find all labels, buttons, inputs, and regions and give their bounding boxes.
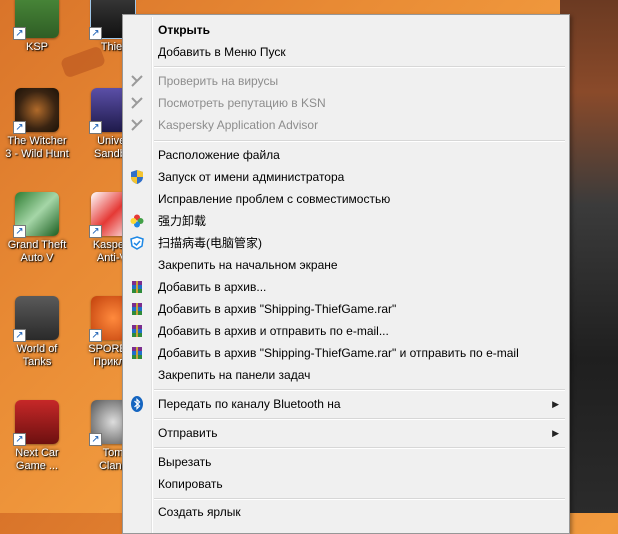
- shortcut-arrow-icon: ↗: [13, 27, 26, 40]
- kaspersky-icon: [129, 95, 145, 111]
- menu-item-create-shortcut[interactable]: Создать ярлык: [125, 501, 567, 523]
- winrar-icon: [129, 279, 145, 295]
- menu-item-label: Закрепить на начальном экране: [158, 258, 338, 272]
- menu-item-label: Добавить в архив "Shipping-ThiefGame.rar…: [158, 346, 519, 360]
- menu-item-label: 强力卸载: [158, 214, 207, 228]
- menu-item-label: Открыть: [158, 23, 211, 37]
- shortcut-arrow-icon: ↗: [89, 121, 102, 134]
- menu-item-label: Создать ярлык: [158, 505, 241, 519]
- menu-item-label: Копировать: [158, 477, 223, 491]
- shortcut-arrow-icon: ↗: [13, 329, 26, 342]
- submenu-arrow-icon: ▶: [552, 399, 559, 409]
- shortcut-arrow-icon: ↗: [89, 27, 102, 40]
- menu-item-label: Посмотреть репутацию в KSN: [158, 96, 326, 110]
- menu-item-send-to[interactable]: Отправить ▶: [125, 422, 567, 444]
- shortcut-arrow-icon: ↗: [89, 329, 102, 342]
- submenu-arrow-icon: ▶: [552, 428, 559, 438]
- bluetooth-icon: [129, 396, 145, 412]
- menu-item-add-to-start[interactable]: Добавить в Меню Пуск: [125, 41, 567, 63]
- menu-item-bluetooth[interactable]: Передать по каналу Bluetooth на ▶: [125, 393, 567, 415]
- uac-shield-icon: [129, 169, 145, 185]
- menu-item-label: Добавить в архив и отправить по e-mail..…: [158, 324, 389, 338]
- menu-item-label: Kaspersky Application Advisor: [158, 118, 319, 132]
- context-menu: Открыть Добавить в Меню Пуск Проверить н…: [122, 14, 570, 534]
- desktop-icon-witcher[interactable]: ↗ The Witcher 3 - Wild Hunt: [2, 88, 72, 161]
- menu-item-label: Добавить в Меню Пуск: [158, 45, 286, 59]
- menu-item-label: Запуск от имени администратора: [158, 170, 345, 184]
- desktop-icon-next-car-game[interactable]: ↗ Next Car Game ...: [2, 400, 72, 473]
- desktop-icon-gta5[interactable]: ↗ Grand Theft Auto V: [2, 192, 72, 265]
- menu-separator: [154, 389, 565, 391]
- winrar-icon: [129, 323, 145, 339]
- clover-icon: [129, 213, 145, 229]
- menu-item-add-to-named-archive[interactable]: Добавить в архив "Shipping-ThiefGame.rar…: [125, 298, 567, 320]
- menu-item-label: Исправление проблем с совместимостью: [158, 192, 391, 206]
- kaspersky-icon: [129, 73, 145, 89]
- winrar-icon: [129, 301, 145, 317]
- shortcut-arrow-icon: ↗: [89, 225, 102, 238]
- menu-item-label: Вырезать: [158, 455, 212, 469]
- menu-item-label: Добавить в архив "Shipping-ThiefGame.rar…: [158, 302, 397, 316]
- desktop-icon-wot[interactable]: ↗ World of Tanks: [2, 296, 72, 369]
- shortcut-arrow-icon: ↗: [13, 225, 26, 238]
- menu-item-label: Закрепить на панели задач: [158, 368, 311, 382]
- menu-item-kaspersky-advisor[interactable]: Kaspersky Application Advisor: [125, 114, 567, 136]
- gta5-icon: ↗: [13, 192, 59, 238]
- desktop-icon-ksp[interactable]: ↗ KSP: [2, 0, 72, 54]
- menu-item-label: Добавить в архив...: [158, 280, 267, 294]
- menu-separator: [154, 140, 565, 142]
- menu-item-label: 扫描病毒(电脑管家): [158, 236, 262, 250]
- menu-item-pin-taskbar[interactable]: Закрепить на панели задач: [125, 364, 567, 386]
- menu-item-compatibility[interactable]: Исправление проблем с совместимостью: [125, 188, 567, 210]
- menu-item-scan-virus[interactable]: Проверить на вирусы: [125, 70, 567, 92]
- menu-item-label: Расположение файла: [158, 148, 280, 162]
- shortcut-arrow-icon: ↗: [13, 121, 26, 134]
- menu-item-copy[interactable]: Копировать: [125, 473, 567, 495]
- kaspersky-icon: [129, 117, 145, 133]
- menu-separator: [154, 66, 565, 68]
- icon-label: Grand Theft Auto V: [7, 239, 67, 264]
- ksp-icon: ↗: [13, 0, 59, 40]
- wot-icon: ↗: [13, 296, 59, 342]
- winrar-icon: [129, 345, 145, 361]
- menu-item-force-uninstall[interactable]: 强力卸载: [125, 210, 567, 232]
- menu-item-cut[interactable]: Вырезать: [125, 451, 567, 473]
- icon-label: The Witcher 3 - Wild Hunt: [5, 135, 69, 160]
- next-car-game-icon: ↗: [13, 400, 59, 446]
- menu-item-run-as-admin[interactable]: Запуск от имени администратора: [125, 166, 567, 188]
- menu-item-pin-start-screen[interactable]: Закрепить на начальном экране: [125, 254, 567, 276]
- menu-item-scan-pc-manager[interactable]: 扫描病毒(电脑管家): [125, 232, 567, 254]
- menu-item-add-to-archive[interactable]: Добавить в архив...: [125, 276, 567, 298]
- menu-item-label: Отправить: [158, 426, 218, 440]
- witcher-icon: ↗: [13, 88, 59, 134]
- menu-item-named-archive-and-email[interactable]: Добавить в архив "Shipping-ThiefGame.rar…: [125, 342, 567, 364]
- shortcut-arrow-icon: ↗: [89, 433, 102, 446]
- icon-label: Next Car Game ...: [15, 447, 59, 472]
- menu-separator: [154, 447, 565, 449]
- menu-item-ksn-reputation[interactable]: Посмотреть репутацию в KSN: [125, 92, 567, 114]
- menu-separator: [154, 498, 565, 500]
- pc-manager-shield-icon: [129, 235, 145, 251]
- menu-item-open[interactable]: Открыть: [125, 19, 567, 41]
- menu-item-file-location[interactable]: Расположение файла: [125, 144, 567, 166]
- menu-item-archive-and-email[interactable]: Добавить в архив и отправить по e-mail..…: [125, 320, 567, 342]
- icon-label: KSP: [25, 41, 48, 53]
- icon-label: World of Tanks: [16, 343, 58, 368]
- menu-separator: [154, 418, 565, 420]
- menu-item-label: Проверить на вирусы: [158, 74, 279, 88]
- menu-item-label: Передать по каналу Bluetooth на: [158, 397, 341, 411]
- shortcut-arrow-icon: ↗: [13, 433, 26, 446]
